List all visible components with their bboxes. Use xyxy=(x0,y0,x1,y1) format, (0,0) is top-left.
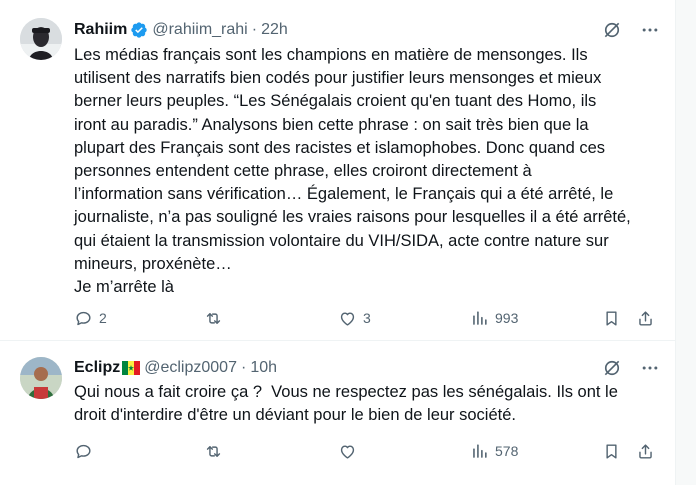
like-button[interactable] xyxy=(338,439,363,463)
bookmark-button[interactable] xyxy=(602,306,621,330)
separator-dot: · xyxy=(240,359,247,376)
separator-dot: · xyxy=(251,21,258,38)
more-options-icon[interactable] xyxy=(640,358,660,378)
senegal-flag-icon xyxy=(122,361,141,375)
tweet-text: Qui nous a fait croire ça ? Vous ne resp… xyxy=(74,383,618,425)
views-button[interactable]: 578 xyxy=(470,439,518,463)
tweet[interactable]: Eclipz @eclipz0007 · 10h Qui nous a fait… xyxy=(0,341,676,485)
reply-button[interactable] xyxy=(74,439,99,463)
author-name[interactable]: Rahiim xyxy=(74,21,127,39)
grok-icon[interactable] xyxy=(602,20,622,40)
avatar[interactable] xyxy=(20,18,62,60)
timestamp[interactable]: 10h xyxy=(250,359,277,377)
share-icon xyxy=(639,310,652,326)
user-avatar-photo-icon xyxy=(20,18,62,60)
author-handle[interactable]: @rahiim_rahi xyxy=(152,21,247,39)
reply-icon xyxy=(76,444,91,458)
reply-count: 2 xyxy=(99,310,107,326)
views-bar-chart-icon xyxy=(473,443,487,458)
share-button[interactable] xyxy=(636,306,655,330)
reply-icon xyxy=(76,311,91,325)
retweet-icon xyxy=(206,312,221,324)
bookmark-icon xyxy=(606,310,617,326)
share-icon xyxy=(639,443,652,459)
avatar[interactable] xyxy=(20,357,62,399)
tweet-header: Eclipz @eclipz0007 · 10h xyxy=(74,357,660,379)
tweet[interactable]: Rahiim @rahiim_rahi · 22h Les médias fra… xyxy=(0,0,676,341)
bookmark-button[interactable] xyxy=(602,439,621,463)
tweet-header: Rahiim @rahiim_rahi · 22h xyxy=(74,19,660,41)
heart-icon xyxy=(340,311,355,326)
reply-button[interactable]: 2 xyxy=(74,306,107,330)
views-bar-chart-icon xyxy=(473,310,487,325)
bookmark-icon xyxy=(606,443,617,459)
author-name[interactable]: Eclipz xyxy=(74,359,120,377)
retweet-button[interactable] xyxy=(204,439,229,463)
verified-badge-icon[interactable] xyxy=(130,21,148,39)
share-button[interactable] xyxy=(636,439,655,463)
view-count: 578 xyxy=(495,443,519,459)
timestamp[interactable]: 22h xyxy=(261,21,288,39)
grok-icon[interactable] xyxy=(602,358,622,378)
like-count: 3 xyxy=(363,310,371,326)
tweet-text: Les médias français sont les champions e… xyxy=(74,46,631,297)
tweet-actions: 2 3 993 xyxy=(74,306,664,330)
user-avatar-photo-icon xyxy=(20,357,62,399)
scrollbar[interactable] xyxy=(675,0,696,485)
retweet-icon xyxy=(206,445,221,457)
more-options-icon[interactable] xyxy=(640,20,660,40)
author-handle[interactable]: @eclipz0007 xyxy=(144,359,237,377)
views-button[interactable]: 993 xyxy=(470,306,518,330)
like-button[interactable]: 3 xyxy=(338,306,371,330)
tweet-actions: 578 xyxy=(74,439,664,463)
view-count: 993 xyxy=(495,310,519,326)
heart-icon xyxy=(340,444,355,459)
retweet-button[interactable] xyxy=(204,306,229,330)
